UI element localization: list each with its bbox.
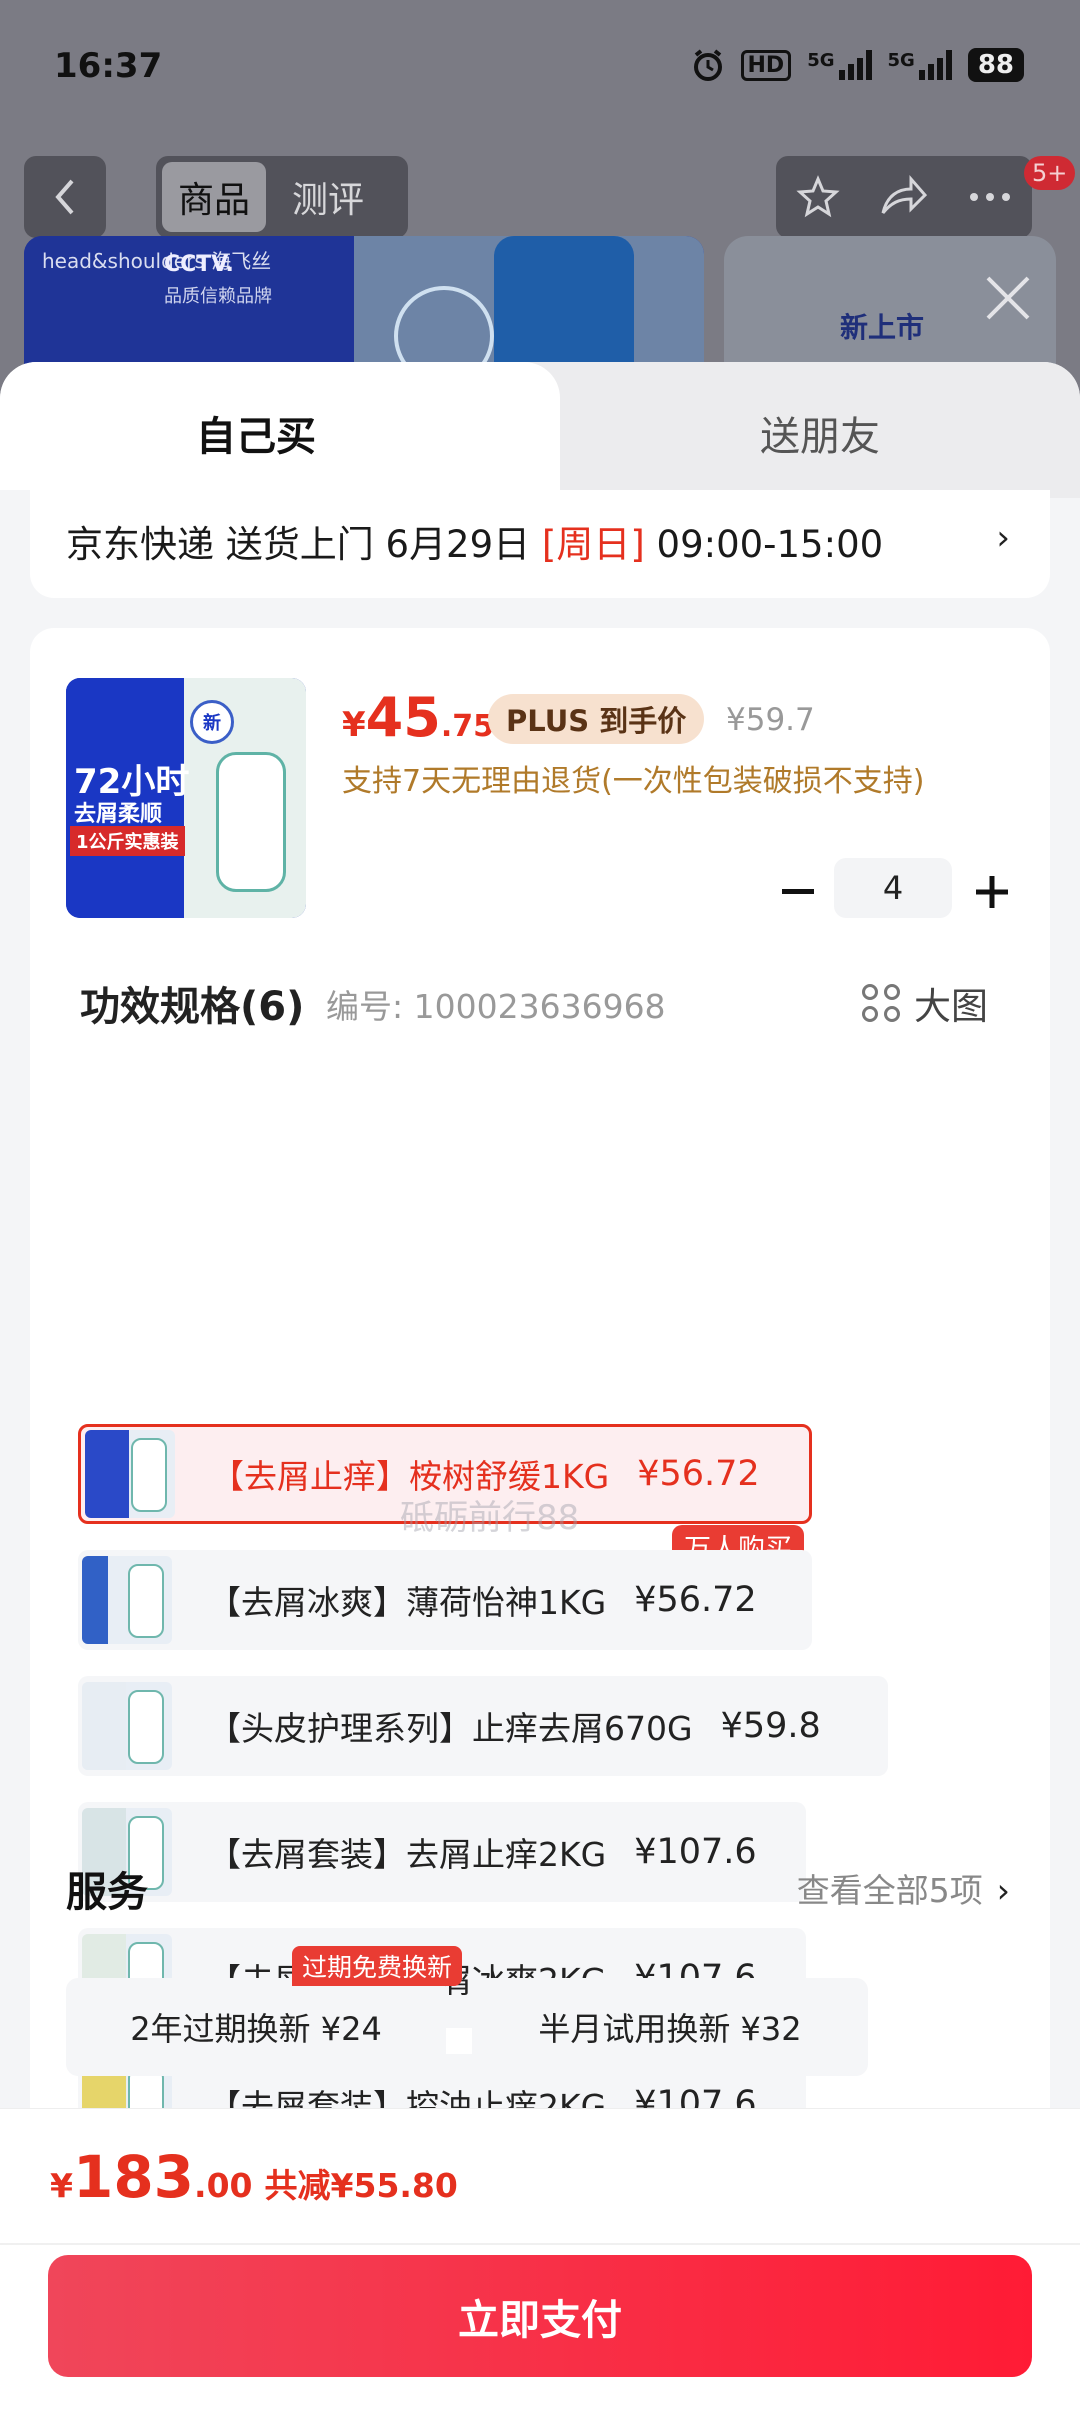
delivery-weekday: [周日]	[541, 523, 645, 566]
network-label: 5G	[807, 50, 835, 71]
network-label-2: 5G	[887, 50, 915, 71]
top-actions	[776, 156, 1032, 238]
total-saving: 共减¥55.80	[264, 2166, 458, 2205]
message-badge: 5+	[1024, 156, 1076, 190]
quantity-plus-button[interactable]	[968, 868, 1016, 916]
spec-title: 功效规格(6)	[80, 984, 305, 1030]
services-see-all[interactable]: 查看全部5项 ›	[797, 1864, 1010, 1912]
watermark: 砥砺前行88	[400, 1498, 580, 1538]
delivery-row[interactable]: 京东快递 送货上门 6月29日 [周日] 09:00-15:00 ›	[30, 490, 1050, 598]
delivery-info: 京东快递 送货上门 6月29日 [周日] 09:00-15:00	[66, 523, 884, 566]
chevron-right-icon: ›	[996, 1871, 1010, 1910]
tab-self-label: 自己买	[196, 414, 316, 460]
current-price: ¥45.75	[342, 686, 494, 749]
grid-icon	[862, 984, 900, 1022]
product-banner: head&shoulders 海飞丝 CCTV. 品质信赖品牌	[24, 236, 704, 366]
status-icons: HD 5G 5G 88	[691, 48, 1024, 82]
back-button[interactable]	[24, 156, 106, 238]
spec-option-price: ¥56.72	[634, 1580, 757, 1620]
product-code: 编号: 100023636968	[326, 987, 666, 1026]
quantity-minus-button[interactable]	[774, 868, 822, 916]
alarm-icon	[693, 49, 722, 81]
signal-icon: 5G	[807, 50, 872, 80]
services-title: 服务	[66, 1868, 148, 1916]
original-price: ¥59.7	[726, 702, 815, 738]
share-icon[interactable]	[879, 175, 929, 219]
spec-option-price: ¥107.6	[634, 1832, 757, 1872]
spec-option-price: ¥56.72	[637, 1454, 760, 1494]
checkout-bar: ¥183.00 共减¥55.80 立即支付	[0, 2108, 1080, 2412]
cctv-logo: CCTV.	[164, 252, 234, 277]
ad-text: 新上市	[840, 311, 925, 344]
cctv-subtitle: 品质信赖品牌	[164, 286, 272, 307]
big-image-label: 大图	[914, 985, 988, 1028]
total-price: ¥183.00 共减¥55.80	[50, 2143, 458, 2211]
spec-option-label: 【去屑冰爽】薄荷怡神1KG	[208, 1583, 607, 1622]
pay-now-button[interactable]: 立即支付	[48, 2255, 1032, 2377]
more-icon[interactable]	[968, 191, 1012, 203]
service-badge: 过期免费换新	[292, 1946, 463, 1986]
spec-option-price: ¥59.8	[720, 1706, 821, 1746]
back-icon	[55, 179, 74, 215]
top-tabs: 商品 测评	[156, 156, 408, 238]
status-time: 16:37	[54, 46, 163, 86]
service-option-2[interactable]: 半月试用换新 ¥32	[472, 1978, 868, 2076]
service-option-1[interactable]: 2年过期换新 ¥24	[66, 1978, 446, 2076]
close-icon[interactable]	[980, 270, 1036, 326]
big-image-button[interactable]: 大图	[862, 976, 988, 1030]
return-policy: 支持7天无理由退货(一次性包装破损不支持)	[342, 764, 925, 799]
signal-icon-2: 5G	[888, 50, 952, 80]
tab-review[interactable]: 测评	[276, 162, 380, 232]
chevron-right-icon: ›	[996, 518, 1010, 558]
spec-option-2[interactable]: 【去屑冰爽】薄荷怡神1KG ¥56.72	[78, 1550, 812, 1650]
star-icon[interactable]	[796, 175, 840, 219]
tab-product[interactable]: 商品	[162, 162, 267, 232]
battery-icon: 88	[967, 48, 1024, 82]
quantity-input[interactable]: 4	[834, 858, 952, 918]
purchase-sheet: 自己买 送朋友 京东快递 送货上门 6月29日 [周日] 09:00-15:00…	[0, 362, 1080, 2412]
spec-option-label: 【去屑套装】去屑止痒2KG	[208, 1835, 607, 1874]
spec-option-3[interactable]: 【头皮护理系列】止痒去屑670G ¥59.8	[78, 1676, 888, 1776]
plus-price-tag: PLUS 到手价	[488, 694, 705, 744]
plus-icon	[976, 876, 1008, 908]
minus-icon	[782, 889, 814, 894]
hd-icon: HD	[740, 49, 792, 81]
tab-gift-label: 送朋友	[760, 414, 880, 460]
spec-option-label: 【头皮护理系列】止痒去屑670G	[208, 1709, 693, 1748]
spec-option-4[interactable]: 【去屑套装】去屑止痒2KG ¥107.6	[78, 1802, 806, 1902]
product-image[interactable]: 新 72小时 去屑柔顺 1公斤实惠装	[66, 678, 306, 918]
